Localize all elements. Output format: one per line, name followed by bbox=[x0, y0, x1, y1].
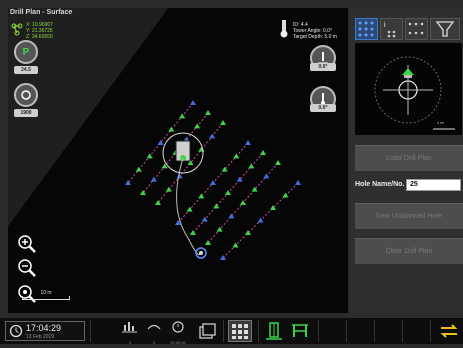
orientation-minimap: 1 m bbox=[355, 43, 462, 135]
svg-text:i: i bbox=[384, 22, 386, 29]
drill-rig-button[interactable] bbox=[262, 319, 286, 343]
grid-icon bbox=[358, 21, 374, 37]
rpm-value: 1900 bbox=[14, 109, 38, 117]
windows-button[interactable] bbox=[194, 319, 218, 343]
clock-widget[interactable]: 17:04:29 13 Feb 2019 bbox=[5, 321, 85, 341]
divider bbox=[430, 320, 431, 342]
pressure-value: 24.5 bbox=[14, 66, 38, 74]
new-unplanned-hole-button[interactable]: New Unplanned Hole bbox=[355, 203, 463, 229]
clear-drill-plan-button[interactable]: Clear Drill Plan bbox=[355, 238, 463, 264]
tilt-gauge-bottom[interactable]: 0.0° bbox=[310, 86, 336, 112]
divider bbox=[90, 320, 91, 342]
stat2-value: 0 bbox=[152, 340, 156, 345]
rod-handling-icon bbox=[292, 324, 308, 337]
tool-grid-view[interactable] bbox=[355, 18, 378, 40]
heading-arrow-icon bbox=[402, 68, 414, 75]
divider bbox=[374, 320, 375, 342]
bar-chart-icon bbox=[122, 322, 137, 333]
chart-stat[interactable]: 4 bbox=[118, 319, 142, 345]
arrows-icon bbox=[408, 22, 424, 35]
map-canvas bbox=[8, 8, 348, 313]
zoom-out-icon[interactable] bbox=[17, 258, 37, 278]
clock-icon bbox=[9, 324, 23, 338]
rig-icon bbox=[279, 20, 289, 38]
angle-bottom-value: 0.0° bbox=[310, 104, 336, 112]
signal-icon bbox=[147, 324, 161, 330]
hole-name-input[interactable] bbox=[406, 179, 461, 191]
timer-stat[interactable]: 00:00:00 bbox=[166, 319, 190, 345]
divider bbox=[258, 320, 259, 342]
divider bbox=[223, 320, 224, 342]
hammer-stat[interactable]: 0 bbox=[142, 319, 166, 345]
rod-handling-button[interactable] bbox=[288, 319, 312, 343]
rotation-icon bbox=[14, 83, 38, 107]
filter-icon bbox=[435, 21, 455, 37]
rig-info: ID: 4.4 Tower Angle: 0.0° Target Depth: … bbox=[293, 22, 337, 40]
tilt-gauge-top[interactable]: 0.0° bbox=[310, 45, 336, 71]
windows-icon bbox=[199, 323, 216, 339]
target-depth: Target Depth: 5.0 m bbox=[293, 34, 337, 40]
timer-icon bbox=[172, 321, 184, 333]
map-scale-bar bbox=[22, 296, 70, 300]
stat3-value: 00:00:00 bbox=[170, 340, 186, 345]
hole-name-label: Hole Name/No. bbox=[355, 181, 405, 188]
rpm-gauge[interactable]: 1900 bbox=[14, 83, 38, 117]
divider bbox=[346, 320, 347, 342]
stat1-value: 4 bbox=[128, 340, 132, 345]
grid-layout-button[interactable] bbox=[228, 320, 252, 342]
clock-date: 13 Feb 2019 bbox=[26, 334, 55, 340]
divider bbox=[402, 320, 403, 342]
swap-arrows-icon bbox=[440, 324, 458, 338]
divider bbox=[318, 320, 319, 342]
zoom-in-icon[interactable] bbox=[17, 234, 37, 254]
page-title: Drill Plan - Surface bbox=[10, 9, 73, 16]
gps-icon bbox=[11, 22, 23, 36]
grid-layout-icon bbox=[232, 324, 248, 339]
gps-coordinates: X: 10.96907 Y: 21.36725 Z: 34.60550 bbox=[26, 22, 53, 40]
tool-info-view[interactable]: i bbox=[380, 18, 403, 40]
pressure-gauge[interactable]: P 24.5 bbox=[14, 40, 38, 74]
drill-plan-map[interactable] bbox=[8, 8, 348, 313]
drill-rig-icon bbox=[266, 322, 282, 340]
load-drill-plan-button[interactable]: Load Drill Plan bbox=[355, 145, 463, 171]
info-icon: i bbox=[384, 22, 396, 38]
clock-time: 17:04:29 bbox=[26, 323, 62, 333]
angle-top-value: 0.0° bbox=[310, 63, 336, 71]
map-scale: 10 m bbox=[22, 290, 70, 300]
tool-arrows-view[interactable] bbox=[405, 18, 428, 40]
tool-filter[interactable] bbox=[430, 18, 460, 40]
minimap-scale-label: 1 m bbox=[437, 120, 444, 125]
pressure-icon: P bbox=[14, 40, 38, 64]
swap-view-button[interactable] bbox=[437, 319, 461, 343]
